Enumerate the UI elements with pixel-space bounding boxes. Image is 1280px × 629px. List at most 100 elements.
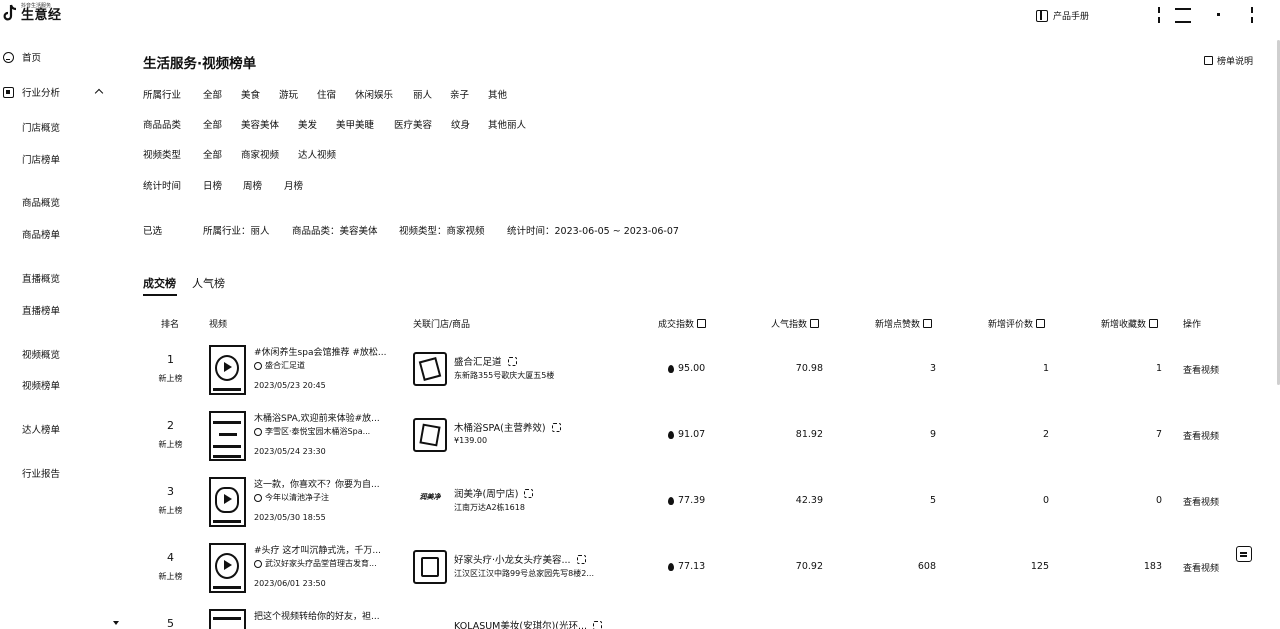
sidebar-item-video-ranking[interactable]: 视频榜单 [22, 378, 60, 392]
sidebar-item-industry-analysis[interactable]: 行业分析 [0, 85, 60, 99]
sidebar-item-label: 视频榜单 [22, 381, 61, 392]
filter-option[interactable]: 美发 [298, 117, 317, 131]
video-thumbnail[interactable] [209, 411, 246, 461]
new-comments: 1 [1042, 363, 1049, 374]
chevron-up-icon[interactable] [94, 88, 104, 98]
filter-option-selected[interactable]: 商家视频 [241, 147, 279, 161]
sidebar-item-label: 门店概览 [22, 123, 61, 134]
new-favorites: 183 [1143, 561, 1162, 572]
filter-industry: 所属行业 全部 美食 游玩 住宿 休闲娱乐 丽人 亲子 其他 [143, 87, 543, 101]
filter-label: 商品品类 [143, 120, 182, 131]
fire-icon [668, 562, 674, 571]
sidebar-item-store-overview[interactable]: 门店概览 [22, 120, 60, 134]
filter-option[interactable]: 周榜 [243, 178, 262, 192]
video-thumbnail[interactable] [209, 609, 246, 629]
col-new-likes[interactable]: 新增点赞数 [875, 317, 933, 330]
filter-label: 统计时间 [143, 181, 182, 192]
product-image[interactable] [413, 550, 447, 584]
brand-logo[interactable]: 抖音生活服务 生意经 [2, 3, 62, 23]
video-title[interactable]: 这一款，你喜欢不？你要为自... [254, 477, 396, 490]
help-icon[interactable] [1149, 319, 1159, 328]
fire-icon [668, 496, 674, 505]
new-likes: 608 [917, 561, 936, 572]
rank-number: 3 [167, 485, 174, 498]
col-new-comments[interactable]: 新增评价数 [988, 317, 1046, 330]
col-popularity-index[interactable]: 人气指数 [771, 317, 820, 330]
filter-option[interactable]: 月榜 [284, 178, 303, 192]
shop-name[interactable]: 润美净(周宁店) [454, 486, 534, 500]
filter-option[interactable]: 医疗美容 [394, 117, 432, 131]
clock-icon [254, 493, 262, 502]
sidebar-item-label: 行业报告 [22, 469, 61, 480]
video-title[interactable]: #休闲养生spa会馆推荐 #放松... [254, 345, 396, 358]
sidebar-item-industry-report[interactable]: 行业报告 [22, 466, 60, 480]
filter-option[interactable]: 全部 [203, 117, 222, 131]
sidebar-item-home[interactable]: 首页 [0, 50, 41, 64]
col-new-favorites[interactable]: 新增收藏数 [1101, 317, 1159, 330]
rank-tag: 新上榜 [158, 440, 183, 449]
view-video-button[interactable]: 查看视频 [1183, 363, 1219, 376]
filter-option[interactable]: 其他 [488, 87, 507, 101]
brand-name: 生意经 [21, 8, 62, 23]
sidebar-item-label: 直播概览 [22, 274, 61, 285]
ranking-explain-label: 榜单说明 [1217, 57, 1254, 67]
filter-option[interactable]: 达人视频 [298, 147, 336, 161]
video-thumbnail[interactable] [209, 477, 246, 527]
fire-icon [668, 364, 674, 373]
product-image[interactable] [413, 418, 447, 452]
filter-option[interactable]: 游玩 [279, 87, 298, 101]
filter-option[interactable]: 美食 [241, 87, 260, 101]
user-area[interactable] [1155, 5, 1260, 25]
popularity-index: 70.92 [795, 561, 823, 572]
filter-option[interactable]: 住宿 [317, 87, 336, 101]
product-name[interactable]: 木桶浴SPA(主营养效) [454, 420, 561, 434]
help-icon[interactable] [1036, 319, 1046, 328]
filter-option[interactable]: 亲子 [450, 87, 469, 101]
product-price: ¥139.00 [454, 436, 488, 445]
video-author: 武汉好家头疗品堂首理古发育... [254, 558, 396, 569]
sidebar-item-product-overview[interactable]: 商品概览 [22, 195, 60, 209]
video-title[interactable]: 把这个视频转给你的好友，袒... [254, 609, 396, 622]
view-video-button[interactable]: 查看视频 [1183, 429, 1219, 442]
shop-name[interactable]: KOLASUM美妆(安琪尔)(光环... [454, 618, 603, 629]
sidebar-item-product-ranking[interactable]: 商品榜单 [22, 227, 60, 241]
view-video-button[interactable]: 查看视频 [1183, 561, 1219, 574]
new-comments: 2 [1042, 429, 1049, 440]
col-deal-index[interactable]: 成交指数 [658, 317, 707, 330]
feedback-icon[interactable] [1236, 546, 1252, 562]
store-icon [524, 488, 534, 498]
sidebar-item-live-ranking[interactable]: 直播榜单 [22, 303, 60, 317]
sidebar-item-live-overview[interactable]: 直播概览 [22, 271, 60, 285]
filter-option[interactable]: 纹身 [451, 117, 470, 131]
user-icon [254, 427, 262, 436]
video-title[interactable]: 木桶浴SPA,欢迎前来体验#放... [254, 411, 396, 424]
shop-logo[interactable] [413, 352, 447, 386]
view-video-button[interactable]: 查看视频 [1183, 495, 1219, 508]
filter-option[interactable]: 休闲娱乐 [355, 87, 393, 101]
help-icon[interactable] [923, 319, 933, 328]
tab-deal-ranking[interactable]: 成交榜 [143, 275, 176, 291]
shop-name[interactable]: 盛合汇足道 [454, 354, 517, 368]
video-thumbnail[interactable] [209, 345, 246, 395]
video-thumbnail[interactable] [209, 543, 246, 593]
shop-logo[interactable]: 润美净 [413, 492, 447, 502]
help-icon[interactable] [697, 319, 707, 328]
sidebar-item-video-overview[interactable]: 视频概览 [22, 347, 60, 361]
filter-option-selected[interactable]: 日榜 [203, 178, 222, 192]
help-icon[interactable] [810, 319, 820, 328]
video-title[interactable]: #头疗 这才叫沉静式洗，千万... [254, 543, 396, 556]
new-likes: 9 [929, 429, 936, 440]
sidebar-item-creator-ranking[interactable]: 达人榜单 [22, 422, 60, 436]
filter-option-selected[interactable]: 丽人 [413, 87, 432, 101]
shop-address: 江汉区江汉中路99号总家园先写8楼2... [454, 569, 594, 578]
tab-popularity-ranking[interactable]: 人气榜 [192, 275, 225, 291]
filter-option[interactable]: 全部 [203, 147, 222, 161]
product-name[interactable]: 好家头疗·小龙女头疗美容... [454, 552, 586, 566]
filter-option[interactable]: 全部 [203, 87, 222, 101]
product-manual-link[interactable]: 产品手册 [1036, 9, 1089, 22]
filter-option-selected[interactable]: 美容美体 [241, 117, 279, 131]
ranking-explain-link[interactable]: 榜单说明 [1204, 54, 1253, 67]
filter-option[interactable]: 其他丽人 [488, 117, 526, 131]
filter-option[interactable]: 美甲美睫 [336, 117, 374, 131]
sidebar-item-store-ranking[interactable]: 门店榜单 [22, 152, 60, 166]
